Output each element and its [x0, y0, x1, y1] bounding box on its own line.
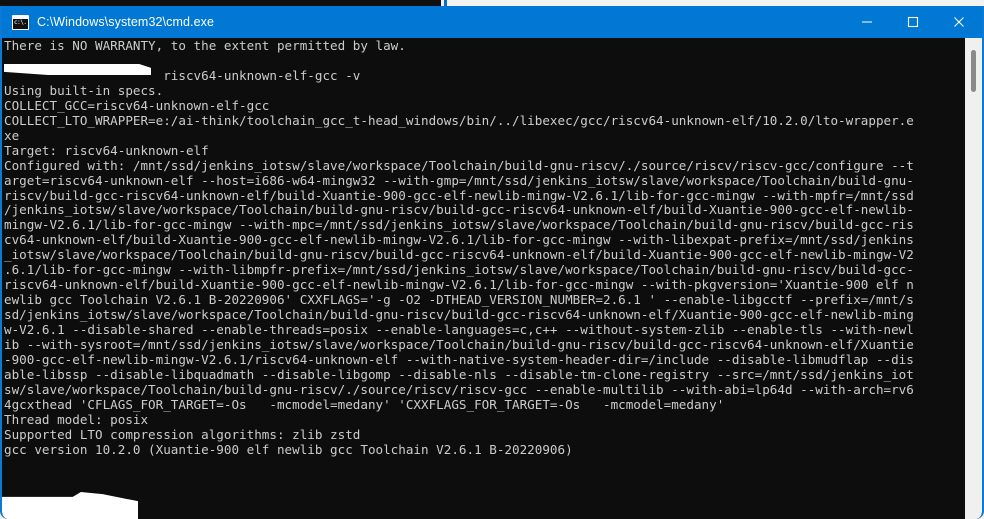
redacted-prompt-path-bottom	[2, 492, 138, 519]
cmd-console-icon	[12, 14, 29, 30]
scrollbar-thumb[interactable]	[971, 50, 976, 92]
maximize-button[interactable]	[890, 6, 936, 38]
minimize-button[interactable]	[844, 6, 890, 38]
cmd-window: C:\Windows\system32\cmd.exe Th	[0, 6, 984, 519]
close-button[interactable]	[936, 6, 982, 38]
redacted-prompt-path-top	[4, 64, 151, 75]
console-scrollbar[interactable]	[965, 38, 982, 519]
console-text: There is NO WARRANTY, to the extent perm…	[4, 38, 914, 457]
window-controls	[844, 6, 982, 38]
window-client-area: There is NO WARRANTY, to the extent perm…	[2, 38, 982, 519]
console-output-area[interactable]: There is NO WARRANTY, to the extent perm…	[2, 38, 965, 519]
window-title: C:\Windows\system32\cmd.exe	[37, 15, 215, 29]
window-titlebar[interactable]: C:\Windows\system32\cmd.exe	[2, 6, 982, 38]
